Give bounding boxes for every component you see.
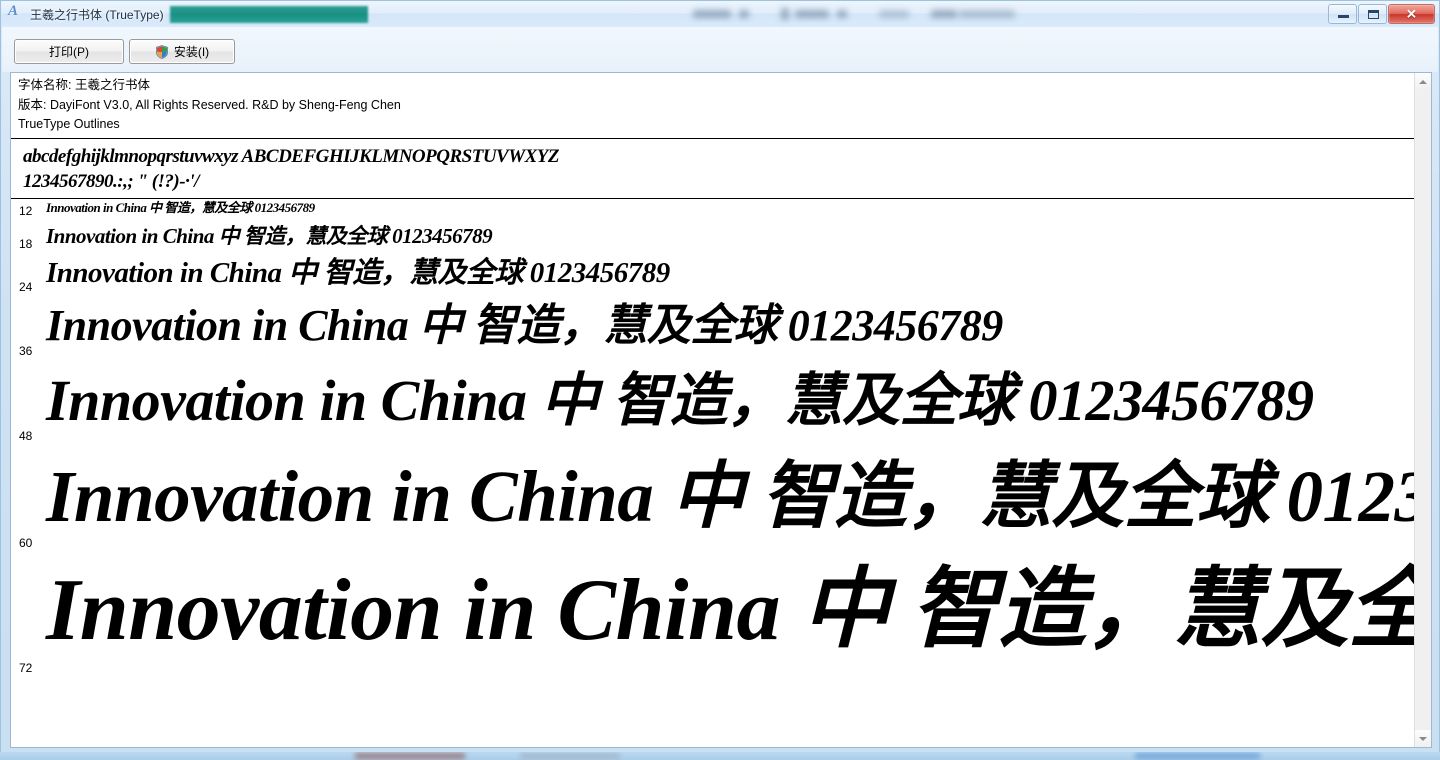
sample-row: 36 Innovation in China 中 智造，慧及全球 01234567… (11, 294, 1414, 358)
sample-size-label: 24 (19, 280, 33, 295)
preview-content: 字体名称: 王羲之行书体 版本: DayiFont V3.0, All Righ… (11, 73, 1414, 747)
print-button-label: 打印(P) (49, 45, 89, 59)
title-redaction-bar (169, 5, 368, 23)
sample-text: Innovation in China 中 智造，慧及全球 0123456789 (46, 301, 1003, 350)
sample-text: Innovation in China 中 智造，慧及全球 0123456789 (46, 224, 493, 248)
font-preview-pane: 字体名称: 王羲之行书体 版本: DayiFont V3.0, All Righ… (10, 72, 1432, 748)
print-button[interactable]: 打印(P) (14, 39, 124, 64)
sample-row: 48 Innovation in China 中 智造，慧及全球 01234567… (11, 359, 1414, 443)
sample-row: 72 Innovation in China 中 智造，慧及全球 01234567… (11, 547, 1414, 675)
sample-text: Innovation in China 中 智造，慧及全球 0123456789 (46, 368, 1314, 433)
sample-text: Innovation in China 中 智造，慧及全球 0123456789 (46, 456, 1414, 537)
install-button[interactable]: 安装(I) (129, 39, 235, 64)
font-preview-window: A 王羲之行书体 (TrueType) ✕ 打印(P) 安装(I) 字体名称: … (0, 0, 1440, 756)
sample-size-label: 48 (19, 429, 33, 444)
sample-text: Innovation in China 中 智造，慧及全球 0123456789 (46, 200, 315, 215)
caption-buttons: ✕ (1327, 3, 1435, 24)
font-name-line: 字体名称: 王羲之行书体 (18, 78, 150, 92)
divider-top (11, 138, 1414, 139)
chevron-up-icon (1419, 79, 1427, 84)
close-icon: ✕ (1406, 6, 1417, 21)
sample-size-label: 72 (19, 660, 33, 675)
sample-row: 60Innovation in China 中 智造，慧及全球 01234567… (11, 444, 1414, 550)
obscured-title-content (681, 1, 1061, 27)
sample-row: 12 Innovation in China 中 智造，慧及全球 01234567… (11, 199, 1414, 218)
sample-text: Innovation in China 中 智造，慧及全球 0123456789 (46, 562, 1414, 659)
maximize-button[interactable] (1358, 3, 1387, 24)
sample-size-label: 36 (19, 343, 33, 358)
sample-row: 18 Innovation in China 中 智造，慧及全球 01234567… (11, 221, 1414, 251)
vertical-scrollbar[interactable] (1414, 73, 1431, 747)
install-button-label: 安装(I) (173, 45, 210, 59)
sample-size-label: 12 (19, 203, 33, 218)
alphabet-sample-letters: abcdefghijklmnopqrstuvwxyz ABCDEFGHIJKLM… (23, 146, 560, 167)
title-bar: A 王羲之行书体 (TrueType) ✕ (1, 1, 1439, 27)
font-version-line: 版本: DayiFont V3.0, All Rights Reserved. … (18, 97, 401, 112)
sample-size-label: 18 (19, 237, 33, 252)
desktop-bottom-strip (0, 752, 1440, 760)
font-file-icon: A (8, 3, 19, 19)
close-button[interactable]: ✕ (1388, 3, 1435, 24)
chevron-down-icon (1419, 736, 1427, 741)
uac-shield-icon (155, 44, 169, 59)
alphabet-sample-digits: 1234567890.:,; " (!?)-·'/ (23, 171, 199, 192)
font-metadata: 字体名称: 王羲之行书体 版本: DayiFont V3.0, All Righ… (18, 76, 401, 135)
font-outline-line: TrueType Outlines (18, 117, 120, 131)
minimize-button[interactable] (1328, 3, 1357, 24)
screen: A 王羲之行书体 (TrueType) ✕ 打印(P) 安装(I) 字体名称: … (0, 0, 1440, 760)
size-sample-list: 12 Innovation in China 中 智造，慧及全球 01234567… (11, 199, 1414, 747)
window-title: 王羲之行书体 (TrueType) (30, 7, 164, 22)
sample-row: 24 Innovation in China 中 智造，慧及全球 01234567… (11, 252, 1414, 294)
command-bar: 打印(P) 安装(I) (2, 27, 1438, 72)
scroll-down-button[interactable] (1415, 730, 1431, 747)
sample-text: Innovation in China 中 智造，慧及全球 0123456789 (46, 257, 670, 289)
scroll-up-button[interactable] (1415, 73, 1431, 90)
